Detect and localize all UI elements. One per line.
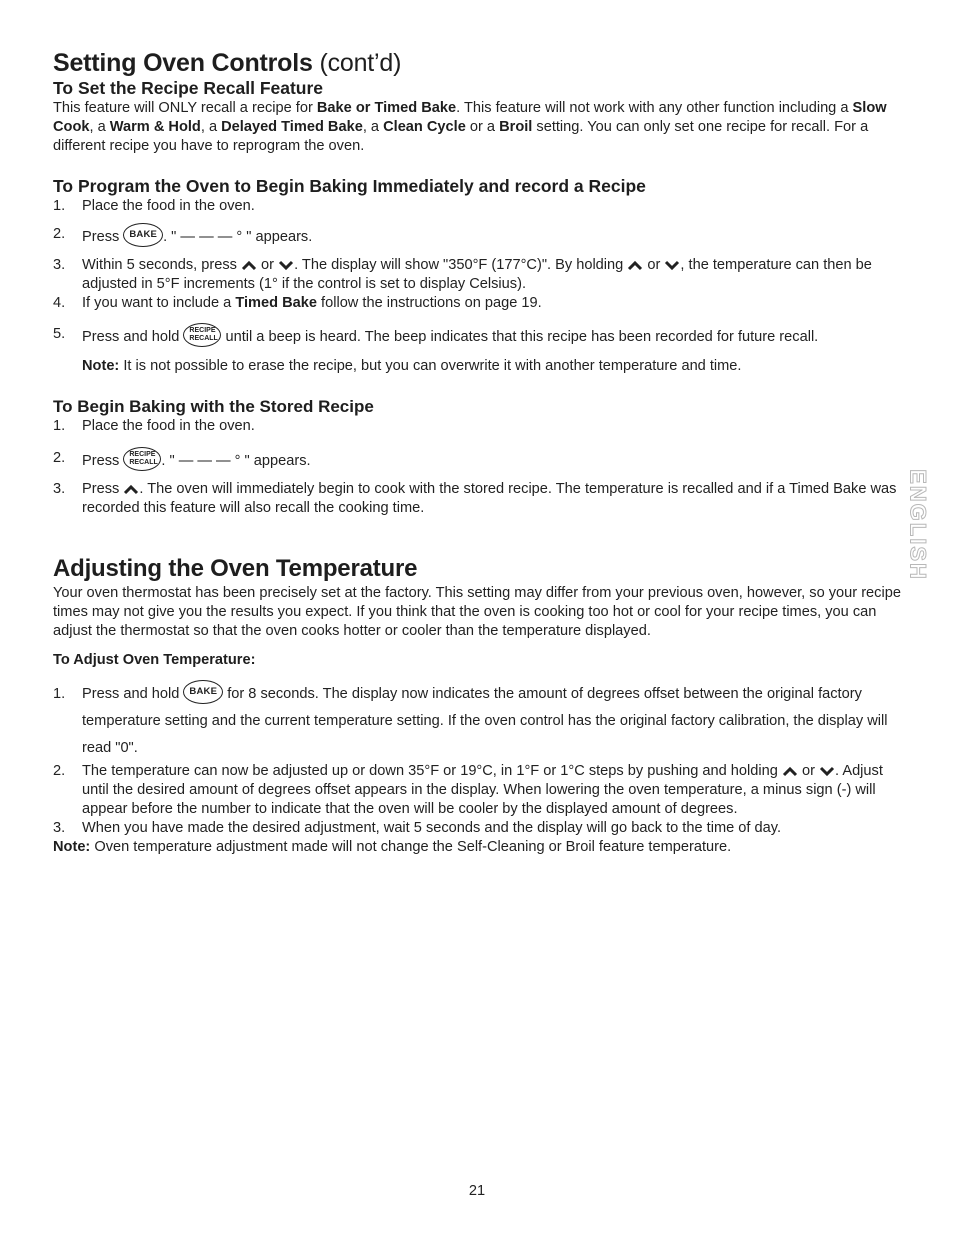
step-text: . " — — — ° " appears. bbox=[163, 228, 313, 245]
step-number: 4. bbox=[53, 295, 66, 311]
adjust-subheading: To Adjust Oven Temperature: bbox=[53, 652, 256, 668]
list-item: 2. Press BAKE. " — — — ° " appears. bbox=[53, 223, 903, 249]
step-number: 3. bbox=[53, 481, 66, 497]
list-item: 2. The temperature can now be adjusted up… bbox=[53, 762, 903, 819]
text: or a bbox=[465, 119, 500, 135]
page-title: Setting Oven Controls (cont’d) bbox=[53, 48, 903, 78]
text: , a bbox=[200, 119, 222, 135]
step-text: Press bbox=[82, 481, 124, 497]
language-label: ENGLISH bbox=[905, 469, 931, 582]
step-number: 3. bbox=[53, 820, 66, 836]
key-label: RECIPE bbox=[129, 451, 156, 458]
bold-term: Broil bbox=[499, 119, 533, 135]
list-item: 1. Press and hold BAKE for 8 seconds. The… bbox=[53, 680, 903, 762]
step-text: . " — — — ° " appears. bbox=[161, 452, 311, 469]
list-item: 1. Place the food in the oven. bbox=[53, 417, 903, 436]
step-number: 2. bbox=[53, 450, 66, 466]
list-item: 3. When you have made the desired adjustm… bbox=[53, 819, 903, 838]
step-number: 1. bbox=[53, 198, 66, 214]
step-text: . The oven will immediately begin to coo… bbox=[82, 481, 897, 516]
key-label: RECIPE bbox=[189, 327, 216, 334]
step-text: Press bbox=[82, 228, 124, 245]
step-text: Within 5 seconds, press bbox=[82, 257, 241, 273]
list-item: 3. Press . The oven will immediately begi… bbox=[53, 480, 903, 518]
adjust-intro: Your oven thermostat has been precisely … bbox=[53, 585, 901, 639]
note-label: Note: bbox=[53, 839, 91, 855]
step-number: 1. bbox=[53, 418, 66, 434]
down-arrow-icon bbox=[664, 259, 680, 271]
step-number: 5. bbox=[53, 326, 66, 342]
up-arrow-icon bbox=[123, 483, 139, 495]
step-text: The temperature can now be adjusted up o… bbox=[82, 763, 782, 779]
list-item: 1. Place the food in the oven. bbox=[53, 197, 903, 216]
key-label: RECALL bbox=[129, 459, 158, 466]
language-side-tab: ENGLISH bbox=[898, 469, 938, 582]
stored-heading: To Begin Baking with the Stored Recipe bbox=[53, 397, 374, 416]
program-steps: 1. Place the food in the oven. 2. Press BA… bbox=[53, 197, 903, 349]
step-number: 2. bbox=[53, 763, 66, 779]
step-text: Place the food in the oven. bbox=[82, 198, 255, 214]
step-text: or bbox=[797, 763, 820, 779]
up-arrow-icon bbox=[782, 765, 798, 777]
bold-term: Warm & Hold bbox=[109, 119, 201, 135]
list-item: 5. Press and hold RECIPE RECALL until a be… bbox=[53, 323, 903, 349]
adjust-heading: Adjusting the Oven Temperature bbox=[53, 555, 418, 582]
down-arrow-icon bbox=[278, 259, 294, 271]
bake-key-icon: BAKE bbox=[183, 680, 224, 705]
step-number: 1. bbox=[53, 686, 66, 702]
bold-term: Bake or Timed Bake bbox=[316, 100, 457, 116]
recipe-recall-key-icon: RECIPE RECALL bbox=[183, 323, 222, 347]
list-item: 3. Within 5 seconds, press or . The displ… bbox=[53, 256, 903, 294]
text: . This feature will not work with any ot… bbox=[456, 100, 853, 116]
page-title-main: Setting Oven Controls bbox=[53, 49, 313, 77]
manual-page: Setting Oven Controls (cont’d) To Set th… bbox=[53, 48, 903, 857]
step-text: until a beep is heard. The beep indicate… bbox=[221, 328, 819, 345]
program-note: Note: It is not possible to erase the re… bbox=[53, 357, 903, 376]
up-arrow-icon bbox=[627, 259, 643, 271]
bold-term: Timed Bake bbox=[235, 295, 317, 311]
step-text: Press and hold bbox=[82, 686, 184, 702]
down-arrow-icon bbox=[819, 765, 835, 777]
recall-heading: To Set the Recipe Recall Feature bbox=[53, 78, 324, 98]
recall-paragraph: This feature will ONLY recall a recipe f… bbox=[53, 99, 903, 156]
step-number: 3. bbox=[53, 257, 66, 273]
bold-term: Delayed Timed Bake bbox=[221, 119, 363, 135]
step-text: Place the food in the oven. bbox=[82, 418, 255, 434]
adjust-note: Note: Oven temperature adjustment made w… bbox=[53, 838, 903, 857]
recipe-recall-key-icon: RECIPE RECALL bbox=[123, 447, 162, 471]
step-text: or bbox=[256, 257, 279, 273]
step-text: follow the instructions on page 19. bbox=[316, 295, 542, 311]
program-heading: To Program the Oven to Begin Baking Imme… bbox=[53, 176, 646, 196]
step-text: Press and hold bbox=[82, 328, 184, 345]
stored-steps: 1. Place the food in the oven. 2. Press RE… bbox=[53, 417, 903, 518]
page-title-contd: (cont’d) bbox=[319, 49, 402, 77]
step-text: When you have made the desired adjustmen… bbox=[82, 820, 782, 836]
step-text: Press bbox=[82, 452, 124, 469]
note-label: Note: bbox=[82, 358, 120, 374]
up-arrow-icon bbox=[241, 259, 257, 271]
page-number: 21 bbox=[468, 1183, 486, 1199]
list-item: 2. Press RECIPE RECALL. " — — — ° " appear… bbox=[53, 447, 903, 473]
text: This feature will ONLY recall a recipe f… bbox=[53, 100, 317, 116]
bold-term: Clean Cycle bbox=[383, 119, 466, 135]
note-text: It is not possible to erase the recipe, … bbox=[119, 358, 742, 374]
step-text: If you want to include a bbox=[82, 295, 236, 311]
step-number: 2. bbox=[53, 226, 66, 242]
list-item: 4. If you want to include a Timed Bake fo… bbox=[53, 294, 903, 313]
step-text: . The display will show "350°F (177°C)".… bbox=[294, 257, 628, 273]
bake-key-icon: BAKE bbox=[123, 223, 164, 247]
text: , a bbox=[362, 119, 384, 135]
note-text: Oven temperature adjustment made will no… bbox=[90, 839, 732, 855]
adjust-steps: 1. Press and hold BAKE for 8 seconds. The… bbox=[53, 680, 903, 838]
step-text: or bbox=[643, 257, 665, 273]
text: , a bbox=[89, 119, 110, 135]
key-label: RECALL bbox=[189, 335, 218, 342]
